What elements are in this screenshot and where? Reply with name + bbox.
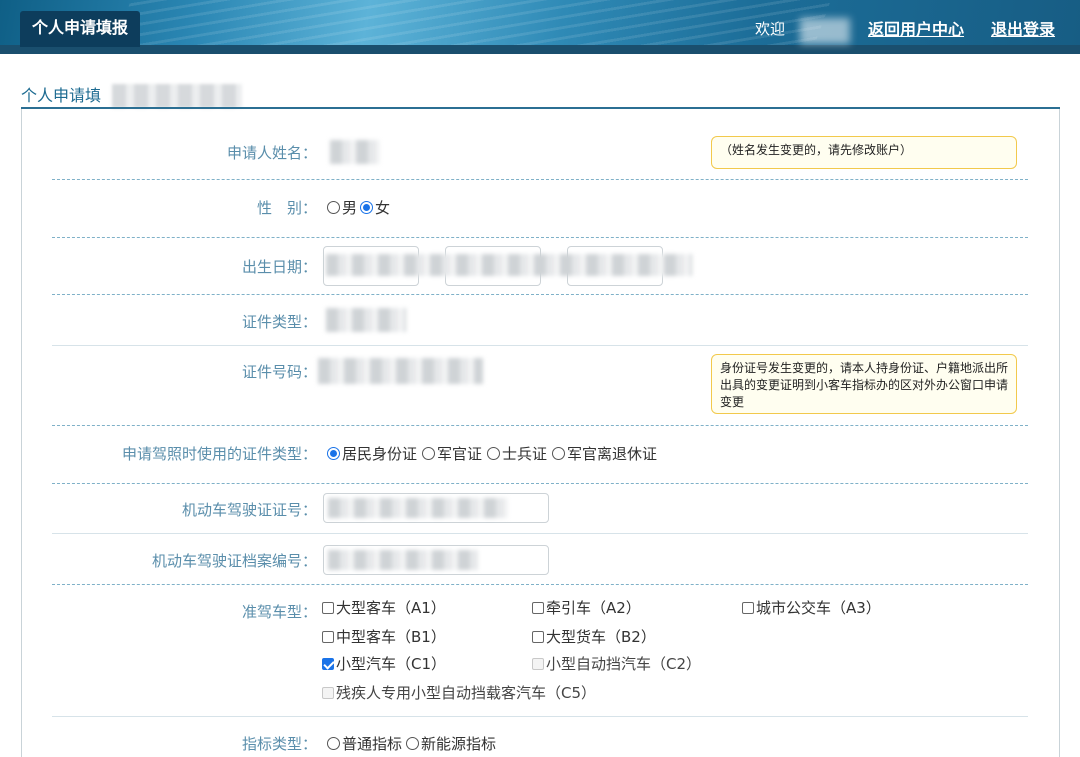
gender-label: 性 别：	[256, 199, 317, 217]
radio-icon[interactable]	[406, 737, 419, 750]
row-divider	[52, 425, 1028, 426]
quota-type-regular[interactable]: 普通指标	[327, 733, 402, 754]
radio-selected-icon[interactable]	[360, 201, 373, 214]
vehicle-type-label: 准驾车型：	[241, 603, 317, 621]
license-id-type-officer[interactable]: 军官证	[422, 443, 482, 464]
radio-selected-icon[interactable]	[327, 447, 340, 460]
vehicle-type-b2[interactable]: 大型货车（B2）	[532, 626, 656, 647]
row-divider	[52, 237, 1028, 238]
license-id-type-soldier[interactable]: 士兵证	[487, 443, 547, 464]
checkbox-disabled-icon	[322, 686, 334, 699]
vehicle-type-b1[interactable]: 中型客车（B1）	[322, 626, 446, 647]
checkbox-checked-icon[interactable]	[322, 657, 334, 670]
gender-option-female[interactable]: 女	[360, 197, 390, 218]
logout-link[interactable]: 退出登录	[991, 16, 1055, 40]
welcome-text: 欢迎	[755, 20, 786, 38]
license-file-number-value	[328, 550, 478, 570]
id-change-hint: 身份证号发生变更的，请本人持身份证、户籍地派出所出具的变更证明到小客车指标办的区…	[711, 354, 1017, 414]
app-title-tab: 个人申请填报	[20, 11, 141, 47]
vehicle-type-c5: 残疾人专用小型自动挡载客汽车（C5）	[322, 682, 596, 703]
panel-title-redacted	[112, 84, 242, 108]
license-id-type-label: 申请驾照时使用的证件类型：	[121, 445, 317, 463]
id-number-label: 证件号码：	[241, 363, 317, 381]
checkbox-disabled-icon	[532, 657, 544, 670]
radio-icon[interactable]	[327, 201, 340, 214]
row-divider	[52, 345, 1028, 346]
license-number-label: 机动车驾驶证证号：	[181, 501, 317, 519]
row-divider	[52, 483, 1028, 484]
checkbox-icon[interactable]	[322, 630, 334, 643]
checkbox-icon[interactable]	[742, 601, 754, 614]
applicant-name-value	[330, 140, 380, 164]
row-divider	[52, 584, 1028, 585]
vehicle-type-c1[interactable]: 小型汽车（C1）	[322, 653, 446, 674]
row-divider	[52, 179, 1028, 180]
quota-type-new-energy[interactable]: 新能源指标	[406, 733, 496, 754]
row-divider	[52, 716, 1028, 717]
applicant-name-label: 申请人姓名：	[226, 144, 317, 162]
birth-date-value	[326, 254, 692, 276]
radio-icon[interactable]	[487, 447, 500, 460]
checkbox-icon[interactable]	[322, 601, 334, 614]
row-divider	[52, 533, 1028, 534]
checkbox-icon[interactable]	[532, 601, 544, 614]
panel-title: 个人申请填	[21, 86, 102, 105]
username-redacted	[800, 18, 850, 44]
back-to-user-center-link[interactable]: 返回用户中心	[868, 16, 964, 40]
vehicle-type-a1[interactable]: 大型客车（A1）	[322, 597, 446, 618]
license-file-number-label: 机动车驾驶证档案编号：	[151, 552, 317, 570]
id-type-label: 证件类型：	[241, 313, 317, 331]
vehicle-type-a2[interactable]: 牵引车（A2）	[532, 597, 641, 618]
license-number-value	[328, 498, 508, 518]
quota-type-label: 指标类型：	[241, 735, 317, 753]
license-id-type-retired-officer[interactable]: 军官离退休证	[552, 443, 657, 464]
vehicle-type-c2: 小型自动挡汽车（C2）	[532, 653, 701, 674]
top-header: 个人申请填报 欢迎 返回用户中心 退出登录	[0, 0, 1080, 54]
checkbox-icon[interactable]	[532, 630, 544, 643]
radio-icon[interactable]	[327, 737, 340, 750]
name-change-hint: （姓名发生变更的，请先修改账户）	[711, 136, 1017, 169]
vehicle-type-a3[interactable]: 城市公交车（A3）	[742, 597, 881, 618]
gender-option-male[interactable]: 男	[327, 197, 357, 218]
id-type-value	[326, 308, 406, 332]
radio-icon[interactable]	[552, 447, 565, 460]
license-id-type-resident[interactable]: 居民身份证	[327, 443, 417, 464]
row-divider	[52, 294, 1028, 295]
birth-date-label: 出生日期：	[241, 258, 317, 276]
id-number-value	[318, 358, 483, 384]
radio-icon[interactable]	[422, 447, 435, 460]
